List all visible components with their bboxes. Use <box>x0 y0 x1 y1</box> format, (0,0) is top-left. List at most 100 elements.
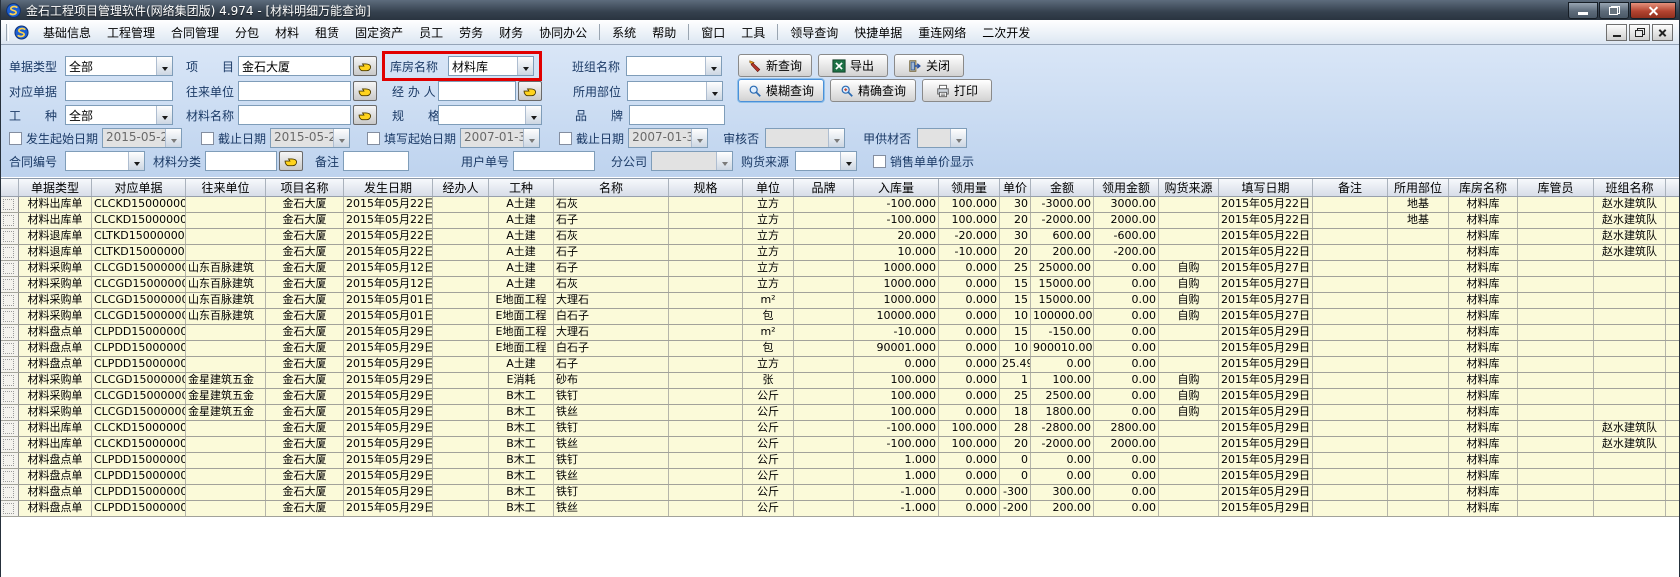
row-selector[interactable] <box>1 293 19 308</box>
note-input[interactable] <box>343 151 409 171</box>
sale-price-checkbox[interactable] <box>873 155 886 168</box>
column-header-position[interactable]: 所用部位 <box>1388 179 1449 196</box>
column-header-name[interactable]: 名称 <box>554 179 669 196</box>
chevron-down-icon[interactable] <box>156 57 172 75</box>
table-row[interactable]: 材料采购单CLCGD150000006金星建筑五金金石大厦2015年05月29日… <box>1 389 1679 405</box>
table-row[interactable]: 材料采购单CLCGD150000006金星建筑五金金石大厦2015年05月29日… <box>1 373 1679 389</box>
chevron-down-icon[interactable] <box>128 152 144 170</box>
occur-end-checkbox[interactable] <box>201 132 214 145</box>
row-selector[interactable] <box>1 469 19 484</box>
menu-item[interactable]: 重连网络 <box>910 21 974 44</box>
row-selector[interactable] <box>1 245 19 260</box>
occur-start-checkbox[interactable] <box>9 132 22 145</box>
occur-start-date[interactable]: 2015-05-29 <box>102 128 182 148</box>
column-header-brand[interactable]: 品牌 <box>794 179 854 196</box>
table-row[interactable]: 材料出库单CLCKD150000001金石大厦2015年05月22日A土建石子立… <box>1 213 1679 229</box>
row-selector[interactable] <box>1 405 19 420</box>
column-header-used_amount[interactable]: 领用金额 <box>1094 179 1159 196</box>
table-row[interactable]: 材料退库单CLTKD150000001金石大厦2015年05月22日A土建石子立… <box>1 245 1679 261</box>
chevron-down-icon[interactable] <box>716 152 732 170</box>
table-row[interactable]: 材料出库单CLCKD150000002金石大厦2015年05月29日B木工铁丝公… <box>1 437 1679 453</box>
table-row[interactable]: 材料盘点单CLPDD150000003金石大厦2015年05月29日B木工铁钉公… <box>1 485 1679 501</box>
column-header-keeper[interactable]: 库管员 <box>1518 179 1594 196</box>
audit-select[interactable] <box>765 128 845 148</box>
restore-button[interactable] <box>1599 2 1629 19</box>
column-header-doc[interactable]: 对应单据 <box>92 179 186 196</box>
exact-query-button[interactable]: 精确查询 <box>830 79 916 102</box>
fuzzy-query-button[interactable]: 模糊查询 <box>738 79 824 102</box>
contract-select[interactable] <box>65 151 145 171</box>
table-row[interactable]: 材料盘点单CLPDD150000003金石大厦2015年05月29日B木工铁丝公… <box>1 501 1679 517</box>
column-header-warehouse[interactable]: 库房名称 <box>1449 179 1518 196</box>
category-input[interactable] <box>205 151 277 171</box>
menu-item[interactable]: 二次开发 <box>974 21 1038 44</box>
team-select[interactable] <box>626 56 722 76</box>
table-row[interactable]: 材料盘点单CLPDD150000001金石大厦2015年05月29日A土建石子立… <box>1 357 1679 373</box>
column-header-amount[interactable]: 金额 <box>1031 179 1094 196</box>
project-input[interactable] <box>238 56 351 76</box>
row-selector[interactable] <box>1 501 19 516</box>
table-row[interactable]: 材料采购单CLCGD150000005山东百脉建筑金石大厦2015年05月01日… <box>1 293 1679 309</box>
menu-item[interactable]: 基础信息 <box>35 21 99 44</box>
chevron-down-icon[interactable] <box>333 129 349 147</box>
column-header-handler[interactable]: 经办人 <box>433 179 489 196</box>
toolbar-grip[interactable] <box>6 24 9 41</box>
occur-end-date[interactable]: 2015-05-29 <box>270 128 350 148</box>
print-button[interactable]: 打印 <box>922 79 992 102</box>
column-header-qty_in[interactable]: 入库量 <box>854 179 939 196</box>
category-picker-button[interactable] <box>279 151 303 171</box>
brand-input[interactable] <box>629 105 725 125</box>
fill-end-checkbox[interactable] <box>559 132 572 145</box>
row-selector[interactable] <box>1 213 19 228</box>
spec-select[interactable] <box>438 105 542 125</box>
fill-end-date[interactable]: 2007-01-31 <box>628 128 708 148</box>
menu-item[interactable]: 固定资产 <box>347 21 411 44</box>
column-header-unit[interactable]: 单位 <box>743 179 794 196</box>
column-header-type[interactable]: 单据类型 <box>19 179 92 196</box>
row-selector[interactable] <box>1 325 19 340</box>
table-row[interactable]: 材料出库单CLCKD150000001金石大厦2015年05月22日A土建石灰立… <box>1 197 1679 213</box>
column-header-date[interactable]: 发生日期 <box>344 179 433 196</box>
menu-item[interactable]: 快捷单据 <box>846 21 910 44</box>
chevron-down-icon[interactable] <box>706 82 722 100</box>
row-selector[interactable] <box>1 309 19 324</box>
menu-item[interactable]: 分包 <box>227 21 267 44</box>
row-selector[interactable] <box>1 437 19 452</box>
mdi-minimize-button[interactable] <box>1606 24 1627 41</box>
column-header-price[interactable]: 单价 <box>1000 179 1031 196</box>
row-selector[interactable] <box>1 389 19 404</box>
chevron-down-icon[interactable] <box>691 129 707 147</box>
branch-select[interactable] <box>651 151 733 171</box>
row-selector[interactable] <box>1 357 19 372</box>
handler-picker-button[interactable] <box>518 81 542 101</box>
table-row[interactable]: 材料采购单CLCGD150000005山东百脉建筑金石大厦2015年05月01日… <box>1 309 1679 325</box>
menu-item[interactable]: 财务 <box>491 21 531 44</box>
chevron-down-icon[interactable] <box>517 57 533 75</box>
row-selector[interactable] <box>1 485 19 500</box>
menu-item[interactable]: 材料 <box>267 21 307 44</box>
table-row[interactable]: 材料出库单CLCKD150000002金石大厦2015年05月29日B木工铁钉公… <box>1 421 1679 437</box>
menu-item[interactable]: 工具 <box>733 21 773 44</box>
menu-item[interactable]: 租赁 <box>307 21 347 44</box>
table-row[interactable]: 材料盘点单CLPDD150000001金石大厦2015年05月29日E地面工程白… <box>1 341 1679 357</box>
chevron-down-icon[interactable] <box>950 129 966 147</box>
row-selector[interactable] <box>1 373 19 388</box>
new-query-button[interactable]: 新查询 <box>738 54 812 77</box>
chevron-down-icon[interactable] <box>828 129 844 147</box>
row-selector[interactable] <box>1 197 19 212</box>
fill-start-checkbox[interactable] <box>367 132 380 145</box>
column-header-note[interactable]: 备注 <box>1313 179 1388 196</box>
purchase-source-select[interactable] <box>795 151 857 171</box>
menu-item[interactable]: 劳务 <box>451 21 491 44</box>
chevron-down-icon[interactable] <box>840 152 856 170</box>
column-header-source[interactable]: 购货来源 <box>1159 179 1219 196</box>
close-button[interactable] <box>1630 2 1676 19</box>
material-picker-button[interactable] <box>353 105 377 125</box>
table-row[interactable]: 材料盘点单CLPDD150000001金石大厦2015年05月29日E地面工程大… <box>1 325 1679 341</box>
row-selector[interactable] <box>1 229 19 244</box>
handler-input[interactable] <box>438 81 516 101</box>
row-selector[interactable] <box>1 261 19 276</box>
row-selector[interactable] <box>1 421 19 436</box>
column-header-spec[interactable]: 规格 <box>669 179 743 196</box>
warehouse-select[interactable]: 材料库 <box>448 56 534 76</box>
